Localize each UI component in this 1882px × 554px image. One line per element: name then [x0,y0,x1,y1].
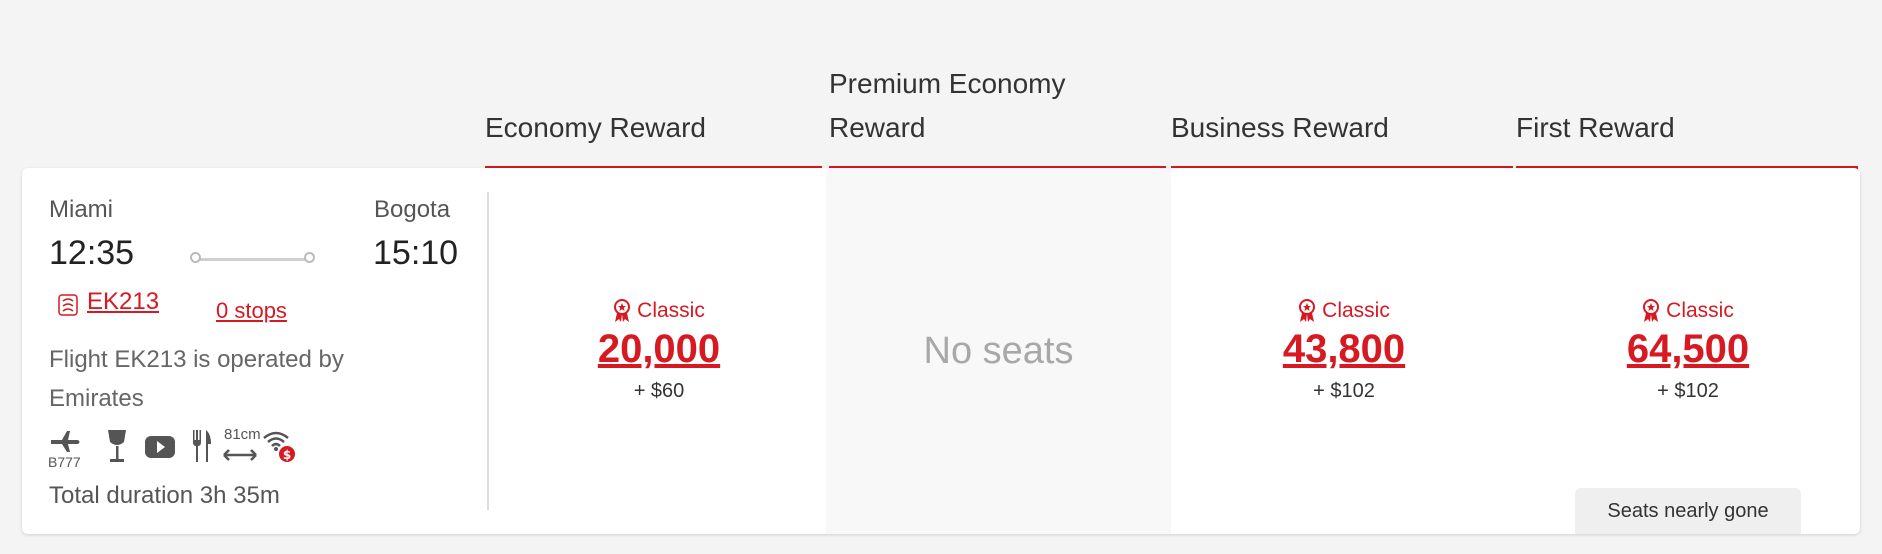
wifi-paid-icon: $ [263,431,295,462]
column-header-business: Business Reward [1171,50,1513,170]
destination-dot [304,252,315,263]
video-play-icon [145,436,175,458]
points-price-link[interactable]: 20,000 [598,327,720,372]
operated-by-text: Flight EK213 is operated by Emirates [49,346,344,412]
column-header-label: First Reward [1516,112,1675,143]
arrival-time: 15:10 [373,234,459,272]
wine-glass-icon [108,430,126,462]
fare-business[interactable]: Classic 43,800 + $102 [1171,168,1517,534]
emirates-logo-icon [58,294,78,316]
classic-badge: Classic [613,299,705,323]
column-header-label: Economy Reward [485,112,706,143]
fare-premium-economy: No seats [826,168,1171,534]
points-price-link[interactable]: 64,500 [1627,327,1749,372]
column-header-economy: Economy Reward [485,50,822,170]
seat-pitch-label: 81cm [224,426,261,443]
column-header-label: Business Reward [1171,112,1389,143]
points-price-link[interactable]: 43,800 [1283,327,1405,372]
column-header-premium-economy: Premium Economy Reward [829,50,1166,170]
column-header-label: Premium Economy Reward [829,68,1066,143]
classic-badge: Classic [1642,299,1734,323]
card-divider [487,192,489,510]
stops-link[interactable]: 0 stops [216,298,287,324]
total-duration: Total duration 3h 35m [49,482,280,509]
tax-amount: + $60 [633,380,685,402]
fare-first[interactable]: Classic 64,500 + $102 [1516,168,1860,534]
tax-amount: + $102 [1313,380,1375,402]
route-line [192,258,310,261]
origin-city: Miami [49,196,113,223]
departure-time: 12:35 [49,234,135,272]
flight-details: Miami Bogota 12:35 15:10 EK213 0 stops F… [22,168,487,534]
classic-badge: Classic [1298,299,1390,323]
column-header-first: First Reward [1516,50,1858,170]
award-ribbon-icon [614,299,631,322]
seat-pitch-icon: 81cm [222,426,261,468]
flight-result-card: Miami Bogota 12:35 15:10 EK213 0 stops F… [22,168,1860,534]
origin-dot [190,252,201,263]
destination-city: Bogota [374,196,451,223]
fare-economy[interactable]: Classic 20,000 + $60 [490,168,828,534]
no-seats-label: No seats [923,329,1074,372]
seats-nearly-gone-badge: Seats nearly gone [1575,488,1801,534]
tax-amount: + $102 [1657,380,1719,402]
award-ribbon-icon [1299,299,1316,322]
cutlery-icon [193,430,211,462]
award-ribbon-icon [1643,299,1660,322]
aircraft-type-label: B777 [48,454,81,470]
svg-text:$: $ [283,448,291,462]
plane-b777-icon: B777 [48,428,82,470]
flight-number-link[interactable]: EK213 [87,288,159,316]
